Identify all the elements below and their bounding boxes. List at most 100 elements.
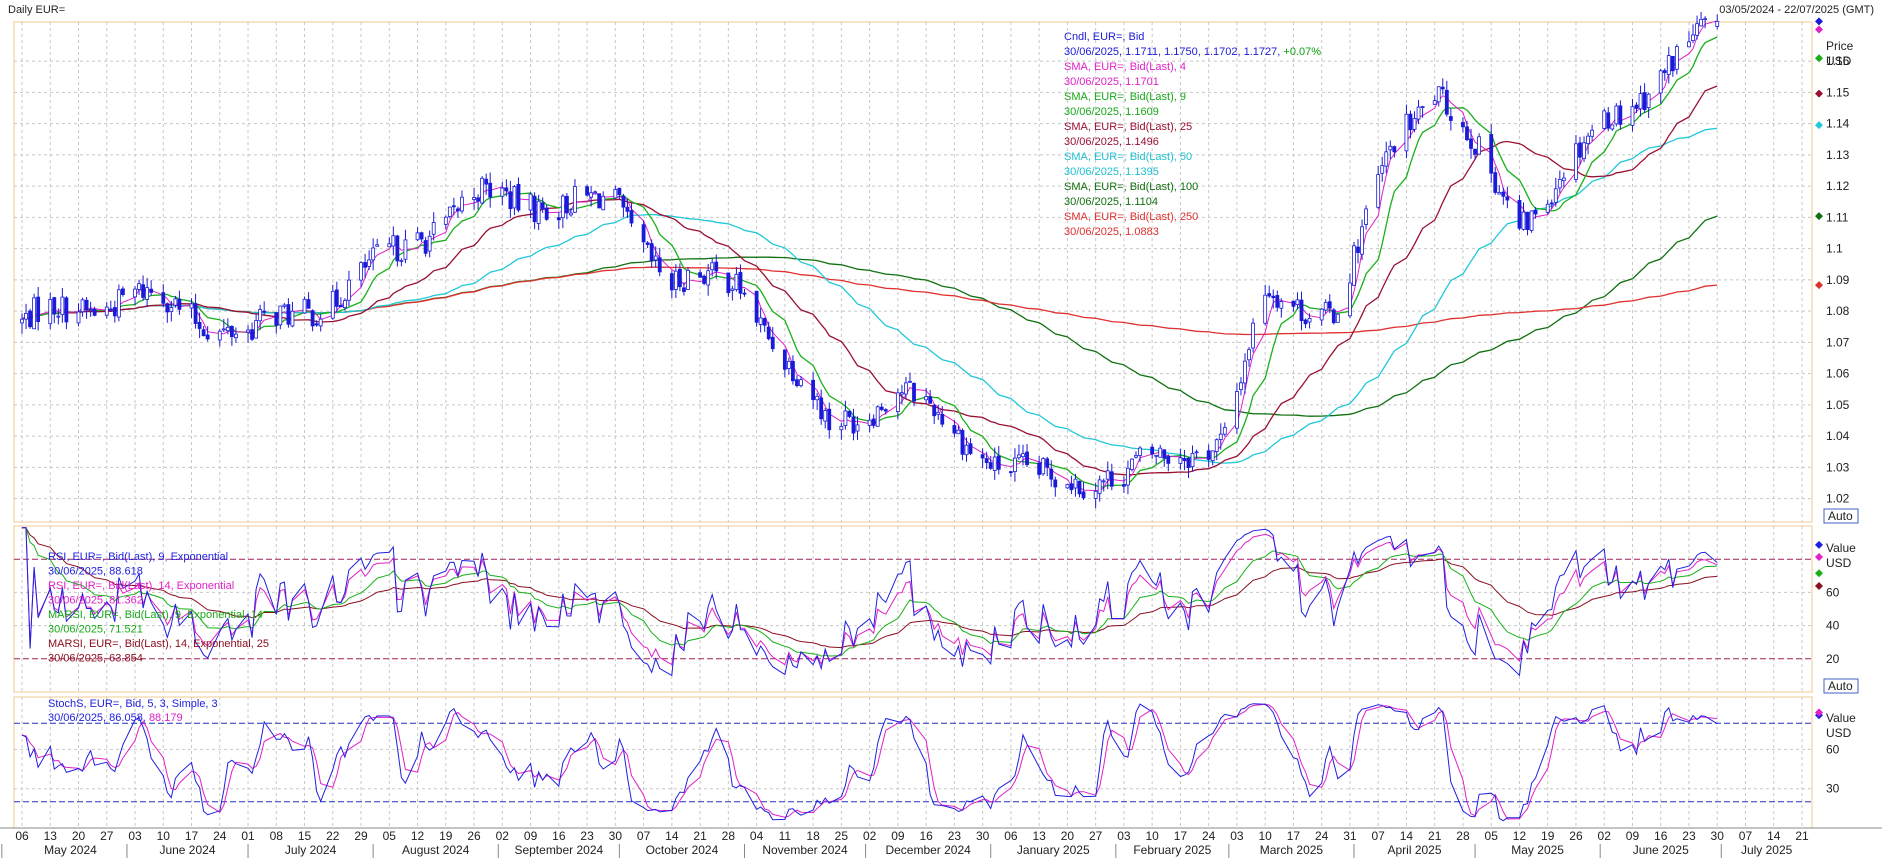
price-value-marker [1815,121,1823,130]
price-value-marker [1815,89,1823,98]
candle-body [56,315,61,318]
candle-body [1638,93,1643,110]
candle-body [1130,458,1134,470]
price-legend-line: 30/06/2025, 1.1711, 1.1750, 1.1702, 1.17… [1064,46,1321,58]
price-value-marker [1815,54,1823,63]
candle-body [488,182,493,198]
candle-body [1703,18,1708,21]
candle-body [984,458,989,464]
candle-body [569,212,573,216]
x-tick-label: 21 [1428,829,1442,843]
x-tick-label: 02 [1598,829,1612,843]
candle-body [1045,458,1050,468]
candle-body [758,317,763,325]
rsi-auto-label: Auto [1828,679,1853,693]
candle-body [645,242,650,245]
candle-body [734,273,739,290]
candle-body [1134,454,1138,458]
candle-body [64,297,69,323]
candle-body [1388,145,1393,151]
candle-body [1013,457,1017,473]
price-tick-label: 1.03 [1826,460,1850,474]
candle-body [250,329,254,340]
x-month-label: June 2025 [1633,843,1689,857]
candle-body [234,333,238,339]
x-tick-label: 02 [863,829,877,843]
price-legend-line: 30/06/2025, 1.1609 [1064,106,1159,118]
grid-lines [14,22,1812,828]
candle-body [1477,136,1481,155]
candle-body [964,444,969,456]
x-month-label: May 2024 [44,843,97,857]
candle-body [484,178,489,185]
x-tick-label: 14 [1400,829,1414,843]
x-tick-label: 14 [665,829,679,843]
price-tick-label: 1.09 [1826,273,1850,287]
candle-body [24,312,28,320]
x-tick-label: 11 [779,829,792,843]
x-tick-label: 17 [1174,829,1188,843]
price-tick-label: 1.1 [1826,242,1843,256]
candle-body [1501,191,1506,197]
rsi-legend-line: MARSI, EUR=, Bid(Last), 14, Exponential,… [48,638,269,650]
candle-body [460,196,464,212]
candle-body [585,186,589,196]
candle-body [1662,70,1667,74]
candle-body [560,195,565,219]
rsi-legend-line: 30/06/2025, 81.362 [48,595,143,607]
candle-body [875,406,880,427]
price-tick-label: 1.08 [1826,304,1850,318]
candle-body [593,191,598,194]
x-month-label: March 2025 [1260,843,1324,857]
stoch-panel: StochS, EUR=, Bid, 5, 3, Simple, 3 30/06/… [14,698,1812,822]
x-tick-label: 12 [411,829,425,843]
candle-body [145,287,150,300]
candle-body [912,382,916,402]
rsi-axis-unit: USD [1826,556,1852,570]
candle-body [1017,454,1021,459]
rsi-tick-label: 60 [1826,585,1840,599]
candle-body [472,197,476,200]
candle-body [573,186,577,213]
candle-body [895,392,900,412]
x-tick-label: 23 [580,829,594,843]
candle-body [1602,110,1607,129]
candle-body [904,382,908,395]
candle-body [1247,349,1251,361]
x-tick-label: 20 [72,829,86,843]
candle-body [1105,470,1110,480]
candle-body [1670,56,1675,72]
candle-body [193,303,198,324]
candle-body [1069,483,1074,491]
price-legend-line: SMA, EUR=, Bid(Last), 50 [1064,151,1192,163]
candle-body [1517,200,1522,229]
stoch-legend-line: StochS, EUR=, Bid, 5, 3, Simple, 3 [48,698,218,710]
candle-body [282,304,287,307]
candle-body [900,392,904,395]
candle-body [867,419,872,426]
chart-canvas[interactable]: Cndl, EUR=, Bid 30/06/2025, 1.1711, 1.175… [0,0,1882,858]
candle-body [318,318,323,327]
candle-body [1549,202,1554,205]
x-tick-label: 09 [891,829,905,843]
candle-body [1251,322,1255,349]
x-tick-label: 18 [806,829,820,843]
candle-body [88,309,93,312]
x-tick-label: 21 [1795,829,1809,843]
candle-body [811,379,816,400]
candle-body [1412,118,1417,130]
candle-body [92,308,97,316]
x-tick-label: 23 [1682,829,1696,843]
candle-body [1194,451,1199,454]
candle-body [399,260,404,263]
candle-body [1408,113,1413,131]
candle-body [165,303,170,313]
candle-body [649,243,654,261]
candle-body [1182,458,1187,461]
candle-body [1687,41,1691,48]
x-tick-label: 04 [750,829,764,843]
candle-body [343,300,347,309]
candle-body [221,328,226,331]
candle-body [669,273,674,291]
x-tick-label: 10 [157,829,171,843]
